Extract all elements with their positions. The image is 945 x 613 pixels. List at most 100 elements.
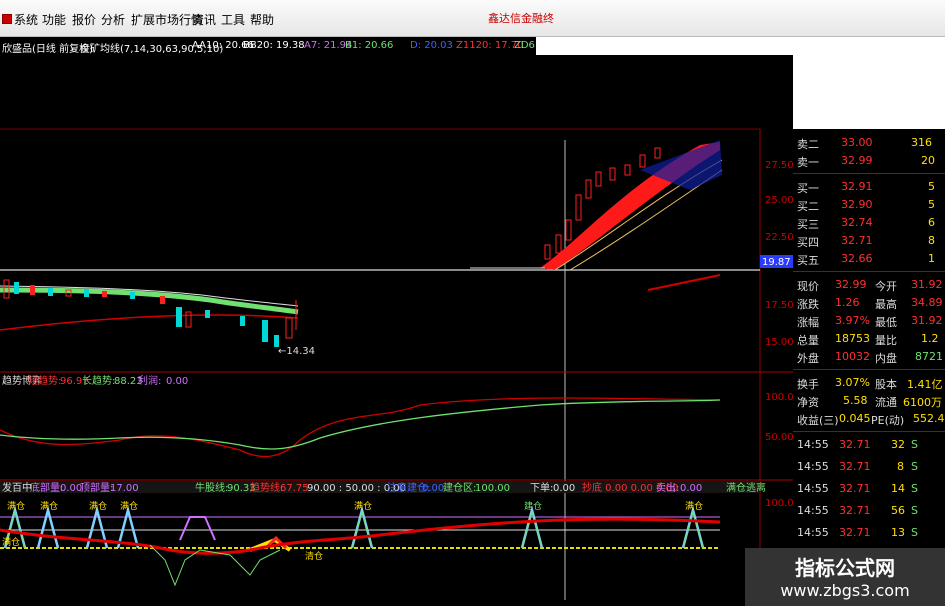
- mid-axis-50: 50.00: [765, 432, 793, 443]
- bid-5-volume: 1: [928, 252, 935, 265]
- menu-tools[interactable]: 工具: [221, 11, 245, 28]
- bid-row-3[interactable]: 买三 32.74 6: [793, 215, 945, 231]
- stat-label: 换手: [797, 378, 819, 391]
- menu-quote[interactable]: 报价: [72, 11, 96, 28]
- d-value: D: 20.03: [410, 40, 453, 51]
- tag-0: 满仓: [7, 500, 25, 512]
- bid-row-2[interactable]: 买二 32.90 5: [793, 197, 945, 213]
- ask-row-1[interactable]: 卖一 32.99 20: [793, 153, 945, 169]
- tag-3: 满仓: [120, 500, 138, 512]
- stat-row-4: 外盘 10032 内盘 8721: [793, 349, 945, 365]
- tick-row-4: 14:55 32.71 13 S: [793, 525, 945, 541]
- tick-row-1: 14:55 32.71 8 S: [793, 459, 945, 475]
- stat-label: 最低: [875, 316, 897, 329]
- sell-zone-label: 满仓逃离: [726, 481, 766, 494]
- bid-row-4[interactable]: 买四 32.71 8: [793, 233, 945, 249]
- stat-value: 18753: [835, 332, 870, 345]
- stat-label: 最高: [875, 298, 897, 311]
- tick-volume: 13: [891, 526, 905, 539]
- bid-row-5[interactable]: 买五 32.66 1: [793, 251, 945, 267]
- low-annotation: ←14.34: [278, 346, 315, 357]
- bottom-volume-label: 底部量:: [30, 481, 63, 494]
- ask-1-price: 32.99: [841, 154, 873, 167]
- stat-label: 外盘: [797, 352, 819, 365]
- price-axis-27-50: 27.50: [765, 160, 793, 171]
- bb20-value: BB20: 19.38: [243, 40, 305, 51]
- bid-2-volume: 5: [928, 198, 935, 211]
- stat-row-3: 总量 18753 量比 1.2: [793, 331, 945, 347]
- stat-label: 净资: [797, 396, 819, 409]
- short-trend-line: [0, 397, 721, 458]
- menu-analysis[interactable]: 分析: [101, 11, 125, 28]
- bid-3-price: 32.74: [841, 216, 873, 229]
- menu-function[interactable]: 功能: [42, 11, 66, 28]
- menu-info[interactable]: 资讯: [192, 11, 216, 28]
- price-axis-17-50: 17.50: [765, 300, 793, 311]
- stat-value: 31.92: [911, 278, 943, 291]
- stat-label: 涨跌: [797, 298, 819, 311]
- chart-title-bar: 欣盛品(日线 前复权) 金矿均线(7,14,30,63,90,5,10) AA1…: [0, 37, 536, 55]
- tag-1: 满仓: [40, 500, 58, 512]
- stat-label: 流通: [875, 396, 897, 409]
- tick-volume: 32: [891, 438, 905, 451]
- build-zone-value: 100.00: [475, 483, 510, 494]
- tag-8: 清仓: [305, 550, 323, 562]
- tick-row-3: 14:55 32.71 56 S: [793, 503, 945, 519]
- bid-3-label: 买三: [797, 218, 819, 231]
- bid-4-label: 买四: [797, 236, 819, 249]
- tick-price: 32.71: [839, 504, 871, 517]
- bottom-axis-100: 100.0: [765, 498, 793, 509]
- stat-row-6: 净资 5.58 流通 6100万: [793, 393, 945, 409]
- stat-label: 总量: [797, 334, 819, 347]
- tick-price: 32.71: [839, 482, 871, 495]
- bid-3-volume: 6: [928, 216, 935, 229]
- quote-panel: 卖二 33.00 316 卖一 32.99 20 买一 32.91 5 买二 3…: [793, 129, 945, 609]
- tag-6: 建仓: [524, 500, 542, 512]
- ask-2-volume: 316: [911, 136, 932, 149]
- stat-value: 34.89: [911, 296, 943, 309]
- bull-line-label: 牛股线:: [195, 481, 228, 494]
- menu-system[interactable]: 系统: [14, 11, 38, 28]
- stat-row-7: 收益(三) 0.045 PE(动) 552.4: [793, 411, 945, 427]
- stat-label: 内盘: [875, 352, 897, 365]
- tick-price: 32.71: [839, 460, 871, 473]
- order-label: 下单:: [530, 482, 553, 494]
- stat-label: 股本: [875, 378, 897, 391]
- watermark: 指标公式网 www.zbgs3.com: [745, 548, 945, 609]
- stat-label: 现价: [797, 280, 819, 293]
- tag-5: 满仓: [685, 500, 703, 512]
- watermark-title: 指标公式网: [795, 556, 895, 580]
- current-price-tag-text: 19.87: [762, 257, 791, 268]
- tick-row-0: 14:55 32.71 32 S: [793, 437, 945, 453]
- tick-time: 14:55: [797, 526, 829, 539]
- tick-time: 14:55: [797, 438, 829, 451]
- tick-time: 14:55: [797, 482, 829, 495]
- stat-value: 8721: [915, 350, 943, 363]
- bid-1-volume: 5: [928, 180, 935, 193]
- profit-value: 0.00: [166, 376, 188, 387]
- stat-value: 10032: [835, 350, 870, 363]
- build-zone-label: 建仓区:: [443, 481, 476, 494]
- bid-row-1[interactable]: 买一 32.91 5: [793, 179, 945, 195]
- zd-value: ZD6: [514, 40, 535, 51]
- ask-1-volume: 20: [921, 154, 935, 167]
- tick-volume: 14: [891, 482, 905, 495]
- tick-side: S: [911, 460, 918, 473]
- chart-area[interactable]: 27.50 25.00 22.50 17.50 15.00 19.87 ←14.…: [0, 55, 794, 609]
- top-volume-label: 顶部量:: [80, 481, 113, 494]
- trend-line-value: 67.75: [280, 483, 309, 494]
- tick-volume: 56: [891, 504, 905, 517]
- app-logo-icon: [2, 14, 12, 24]
- tick-side: S: [911, 438, 918, 451]
- ask-row-2[interactable]: 卖二 33.00 316: [793, 135, 945, 151]
- order-value: 0.00: [553, 483, 575, 494]
- bid-4-volume: 8: [928, 234, 935, 247]
- short-trend-label: 短趋势:: [28, 374, 61, 387]
- b1-value: B1: 20.66: [345, 40, 394, 51]
- bottom-panel-name: 发百中: [2, 481, 32, 494]
- warn-build-value: 0.00: [422, 483, 444, 494]
- stat-value: 5.58: [843, 394, 868, 407]
- bid-4-price: 32.71: [841, 234, 873, 247]
- menu-help[interactable]: 帮助: [250, 11, 274, 28]
- tick-side: S: [911, 482, 918, 495]
